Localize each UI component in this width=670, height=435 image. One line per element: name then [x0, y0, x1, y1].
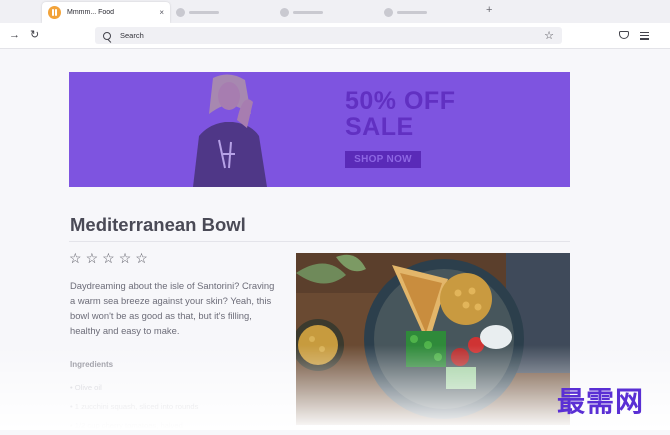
bookmark-star-icon[interactable]: ☆ [544, 29, 554, 42]
url-bar[interactable]: ☆ [95, 27, 562, 44]
banner-headline: 50% OFF SALE [345, 88, 455, 140]
page-title: Mediterranean Bowl [70, 214, 246, 235]
tab-placeholder-title [397, 11, 427, 14]
search-input[interactable] [120, 31, 545, 40]
new-tab-button[interactable]: + [486, 4, 492, 16]
tab-placeholder[interactable] [384, 2, 444, 23]
tab-placeholder[interactable] [280, 2, 340, 23]
shop-now-button[interactable]: SHOP NOW [345, 151, 421, 168]
forward-icon[interactable]: → [9, 28, 20, 42]
reload-icon[interactable]: ↻ [30, 28, 39, 42]
list-item: • Olive oil [70, 383, 102, 392]
banner-headline-line1: 50% OFF [345, 87, 456, 115]
star-icon[interactable]: ☆ [86, 251, 99, 266]
ingredients-heading: Ingredients [70, 360, 114, 369]
close-icon[interactable]: × [159, 8, 164, 17]
tab-placeholder-title [293, 11, 323, 14]
banner-headline-line2: SALE [345, 113, 414, 141]
tab-placeholder[interactable] [176, 2, 236, 23]
tab-placeholder-icon [280, 8, 289, 17]
list-item: • 1 zucchini squash, sliced into rounds [70, 402, 199, 411]
tab-placeholder-icon [384, 8, 393, 17]
star-icon[interactable]: ☆ [69, 251, 82, 266]
tab-placeholder-title [189, 11, 219, 14]
recipe-description: Daydreaming about the isle of Santorini?… [70, 280, 275, 336]
menu-icon[interactable] [640, 32, 649, 40]
list-item: • 1/2 cup cherry tomatoes, halved [70, 421, 183, 430]
ingredients-list: • Olive oil • 1 zucchini squash, sliced … [70, 378, 198, 435]
browser-toolbar: → ↻ ☆ [0, 23, 670, 49]
banner-model-photo [193, 74, 267, 187]
tab-strip: Mmmm... Food × + [0, 0, 670, 23]
tab-placeholder-icon [176, 8, 185, 17]
pocket-icon[interactable] [619, 31, 629, 39]
fork-knife-icon [48, 6, 61, 19]
star-icon[interactable]: ☆ [102, 251, 115, 266]
tab-food[interactable]: Mmmm... Food × [42, 2, 170, 23]
search-icon [103, 31, 111, 40]
recipe-photo [296, 253, 570, 425]
star-rating[interactable]: ☆ ☆ ☆ ☆ ☆ [69, 251, 152, 266]
watermark-text: 最需网 [557, 385, 645, 418]
star-icon[interactable]: ☆ [135, 251, 148, 266]
promo-banner[interactable]: 50% OFF SALE SHOP NOW [69, 72, 570, 187]
title-divider [69, 241, 570, 242]
star-icon[interactable]: ☆ [119, 251, 132, 266]
tab-title: Mmmm... Food [67, 9, 115, 16]
